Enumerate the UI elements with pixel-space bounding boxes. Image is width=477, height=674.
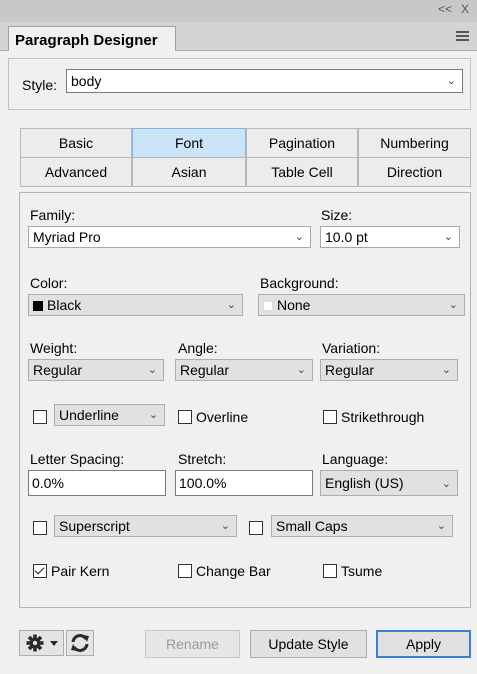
stretch-label: Stretch: — [178, 451, 227, 467]
apply-button[interactable]: Apply — [376, 630, 471, 658]
language-label: Language: — [322, 451, 389, 467]
tsume-checkbox[interactable] — [323, 564, 337, 578]
color-swatch — [33, 301, 43, 311]
weight-select[interactable]: Regular ⌄ — [28, 359, 164, 381]
style-value: body — [71, 73, 102, 89]
refresh-button[interactable] — [66, 630, 94, 656]
property-tabs: Basic Font Pagination Numbering Advanced… — [20, 128, 471, 188]
close-panel-button[interactable]: X — [461, 2, 469, 16]
size-label: Size: — [321, 207, 353, 223]
background-label: Background: — [260, 275, 339, 291]
overline-checkbox[interactable] — [178, 410, 192, 424]
color-value: Black — [47, 297, 82, 313]
language-value: English (US) — [325, 475, 404, 491]
tab-table-cell[interactable]: Table Cell — [246, 157, 358, 187]
underline-checkbox[interactable] — [33, 410, 47, 424]
chevron-down-icon: ⌄ — [443, 231, 453, 243]
underline-value: Underline — [59, 407, 119, 423]
chevron-down-icon: ⌄ — [147, 364, 157, 376]
panel-tab-paragraph-designer[interactable]: Paragraph Designer — [8, 26, 176, 51]
gear-icon — [26, 634, 58, 652]
language-select[interactable]: English (US) ⌄ — [320, 470, 458, 496]
size-value: 10.0 pt — [325, 229, 368, 245]
small-caps-checkbox[interactable] — [249, 521, 263, 535]
angle-value: Regular — [180, 362, 230, 378]
superscript-value: Superscript — [59, 518, 130, 534]
window-titlebar — [0, 0, 477, 23]
caret-down-icon — [50, 641, 58, 646]
change-bar-label: Change Bar — [196, 563, 271, 579]
size-select[interactable]: 10.0 pt ⌄ — [320, 226, 460, 248]
tab-font[interactable]: Font — [132, 128, 246, 158]
tab-basic[interactable]: Basic — [20, 128, 132, 158]
stretch-input[interactable]: 100.0% — [175, 470, 313, 496]
hamburger-menu-icon[interactable] — [456, 31, 469, 43]
style-label: Style: — [22, 77, 58, 93]
chevron-down-icon: ⌄ — [148, 409, 158, 421]
chevron-down-icon: ⌄ — [446, 75, 456, 87]
weight-value: Regular — [33, 362, 83, 378]
tab-direction[interactable]: Direction — [358, 157, 471, 187]
background-swatch — [263, 301, 273, 311]
family-value: Myriad Pro — [33, 229, 101, 245]
chevron-down-icon: ⌄ — [441, 364, 451, 376]
color-label: Color: — [30, 275, 68, 291]
angle-label: Angle: — [178, 340, 218, 356]
small-caps-select[interactable]: Small Caps ⌄ — [271, 515, 453, 537]
variation-value: Regular — [325, 362, 375, 378]
underline-style-select[interactable]: Underline ⌄ — [54, 404, 165, 426]
chevron-down-icon: ⌄ — [436, 520, 446, 532]
chevron-down-icon: ⌄ — [441, 478, 451, 490]
pair-kern-label: Pair Kern — [51, 563, 110, 579]
chevron-down-icon: ⌄ — [220, 520, 230, 532]
superscript-checkbox[interactable] — [33, 521, 47, 535]
chevron-down-icon: ⌄ — [294, 231, 304, 243]
weight-label: Weight: — [30, 340, 78, 356]
strikethrough-label: Strikethrough — [341, 409, 425, 425]
overline-label: Overline — [196, 409, 249, 425]
chevron-down-icon: ⌄ — [296, 364, 306, 376]
tab-advanced[interactable]: Advanced — [20, 157, 132, 187]
family-select[interactable]: Myriad Pro ⌄ — [28, 226, 311, 248]
letter-spacing-input[interactable]: 0.0% — [28, 470, 166, 496]
font-tab-panel — [19, 192, 471, 608]
angle-select[interactable]: Regular ⌄ — [175, 359, 313, 381]
variation-label: Variation: — [322, 340, 381, 356]
tab-asian[interactable]: Asian — [132, 157, 246, 187]
letter-spacing-label: Letter Spacing: — [30, 451, 125, 467]
superscript-select[interactable]: Superscript ⌄ — [54, 515, 237, 537]
panel-title: Paragraph Designer — [15, 32, 158, 49]
small-caps-value: Small Caps — [276, 518, 348, 534]
rename-button[interactable]: Rename — [145, 630, 240, 658]
variation-select[interactable]: Regular ⌄ — [320, 359, 458, 381]
color-select[interactable]: Black ⌄ — [28, 294, 243, 316]
background-select[interactable]: None ⌄ — [258, 294, 465, 316]
tab-numbering[interactable]: Numbering — [358, 128, 471, 158]
background-value: None — [277, 297, 311, 313]
family-label: Family: — [30, 207, 76, 223]
style-select[interactable]: body ⌄ — [66, 69, 463, 93]
tsume-label: Tsume — [341, 563, 383, 579]
refresh-icon — [71, 634, 89, 652]
update-style-button[interactable]: Update Style — [250, 630, 367, 658]
pair-kern-checkbox[interactable] — [33, 564, 47, 578]
tab-pagination[interactable]: Pagination — [246, 128, 358, 158]
chevron-down-icon: ⌄ — [448, 299, 458, 311]
change-bar-checkbox[interactable] — [178, 564, 192, 578]
settings-menu-button[interactable] — [19, 630, 64, 656]
chevron-down-icon: ⌄ — [226, 299, 236, 311]
collapse-panel-button[interactable]: << — [438, 2, 452, 16]
strikethrough-checkbox[interactable] — [323, 410, 337, 424]
